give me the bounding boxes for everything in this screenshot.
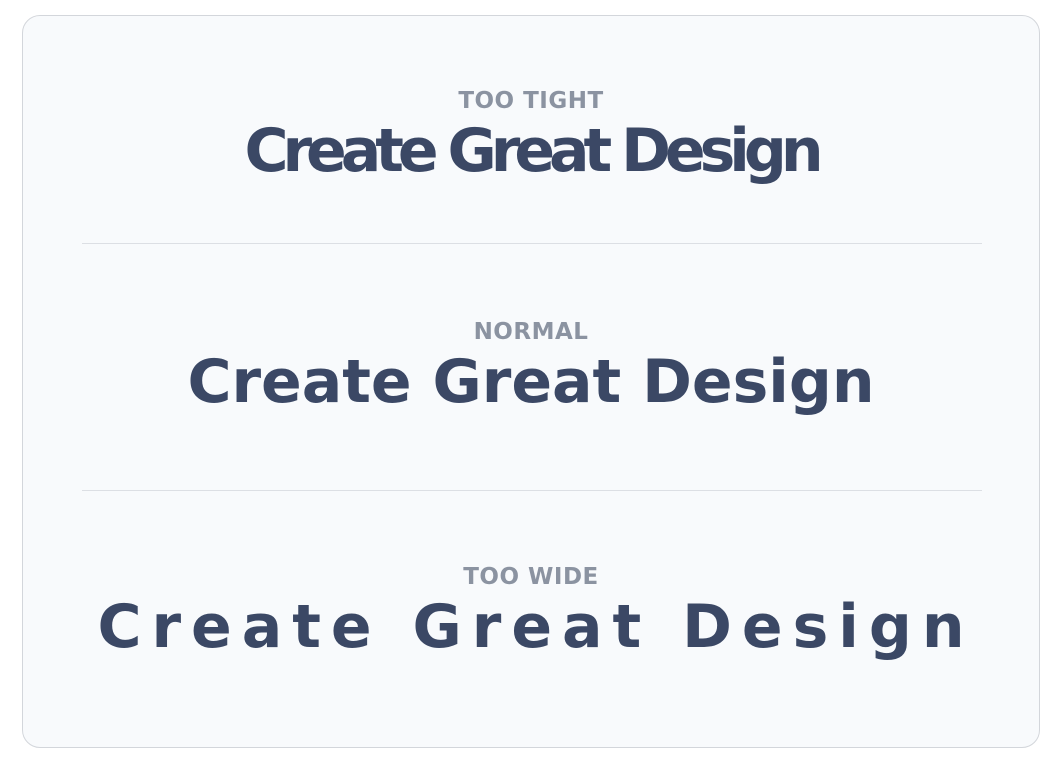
sample-heading-tight: Create Great Design (244, 116, 823, 186)
sample-heading-normal: Create Great Design (187, 347, 875, 417)
section-too-wide: TOO WIDE Create Great Design (23, 563, 1039, 663)
sample-heading-wide: Create Great Design (97, 592, 975, 662)
section-label: TOO WIDE (463, 564, 599, 590)
section-too-tight: TOO TIGHT Create Great Design (23, 87, 1039, 187)
divider (82, 243, 982, 244)
section-normal: NORMAL Create Great Design (23, 318, 1039, 418)
divider (82, 490, 982, 491)
section-label: TOO TIGHT (458, 88, 604, 114)
comparison-card: TOO TIGHT Create Great Design NORMAL Cre… (22, 15, 1040, 748)
section-label: NORMAL (473, 319, 589, 345)
